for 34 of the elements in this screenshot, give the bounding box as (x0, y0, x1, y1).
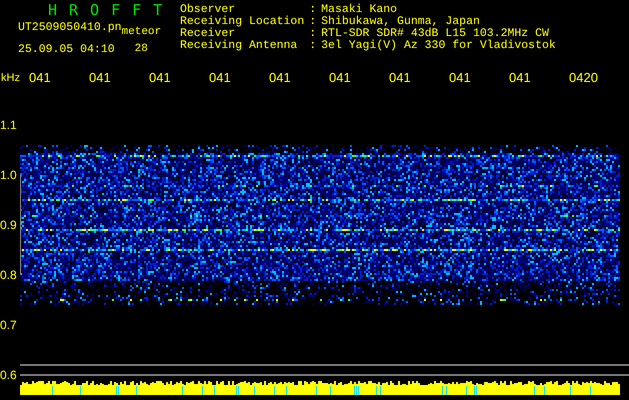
time-label: 041 (389, 70, 412, 86)
info-separator: : (309, 16, 316, 28)
frequency-label: 0.8 (0, 267, 18, 284)
info-label: Receiving Antenna (180, 40, 298, 52)
info-separator: : (309, 4, 316, 16)
mode-label: meteor (122, 26, 162, 38)
count-label: 28 (134, 44, 148, 55)
info-label: Receiving Location (180, 16, 304, 28)
info-value: RTL-SDR SDR# 43dB L15 103.2MHz CW (321, 28, 549, 40)
info-value: Masaki Kano (321, 4, 398, 16)
time-label: 041 (209, 70, 232, 86)
time-label: 041 (269, 70, 292, 86)
app-title: HROFFT (47, 2, 176, 18)
time-label: 0420 (569, 70, 599, 86)
time-label: 041 (449, 70, 472, 86)
time-label: 041 (329, 70, 352, 86)
frequency-label: 1.1 (0, 117, 18, 134)
info-separator: : (309, 28, 316, 40)
unit-label: kHz (0, 72, 21, 84)
frequency-label: 0.6 (0, 367, 18, 384)
frequency-label: 0.9 (0, 217, 18, 234)
info-value: Shibukawa, Gunma, Japan (321, 16, 481, 28)
frequency-label: 0.7 (0, 317, 18, 334)
info-separator: : (309, 40, 316, 52)
time-label: 041 (149, 70, 172, 86)
info-label: Receiver (180, 28, 236, 40)
time-label: 041 (89, 70, 112, 86)
file-name: UT2509050410.pn (18, 22, 122, 34)
info-value: 3el Yagi(V) Az 330 for Vladivostok (321, 40, 556, 52)
frequency-label: 1.0 (0, 167, 18, 184)
time-label: 041 (509, 70, 532, 86)
time-label: 041 (29, 70, 52, 86)
info-label: Observer (180, 4, 236, 16)
date-time: 25.09.05 04:10 (18, 44, 115, 55)
